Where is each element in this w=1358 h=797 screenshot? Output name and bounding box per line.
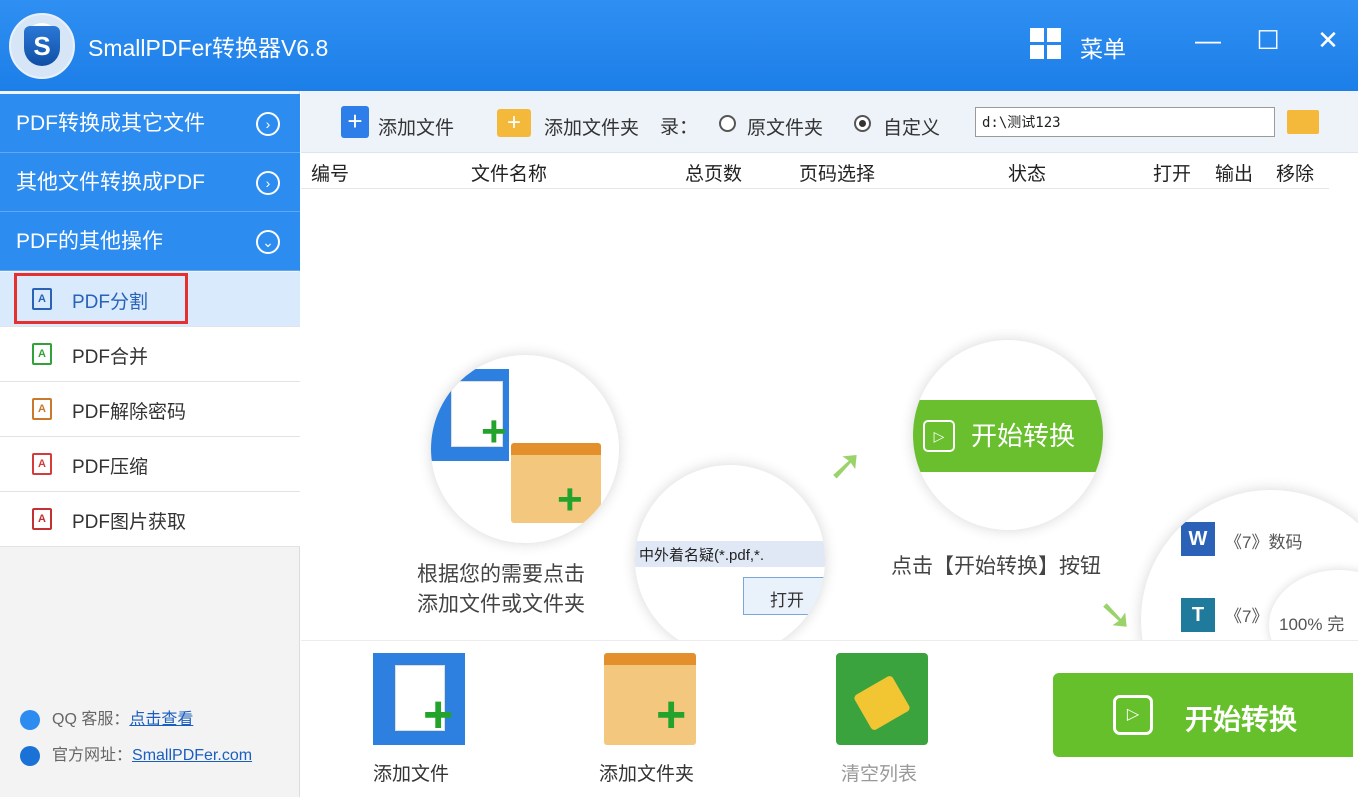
add-folder-large-icon[interactable]: + (604, 653, 696, 745)
chevron-down-icon: ⌄ (256, 230, 280, 254)
start-convert-button[interactable]: ▷ 开始转换 (1053, 673, 1353, 757)
qq-support-link[interactable]: 点击查看 (129, 711, 193, 728)
column-header-remove: 移除 (1276, 164, 1315, 185)
sidebar-item-label: PDF合并 (72, 347, 149, 368)
title-bar: S SmallPDFer转换器V6.8 菜单 — ☐ ✕ (0, 0, 1358, 91)
folder-icon (511, 443, 601, 523)
bottom-action-bar: + 添加文件 + 添加文件夹 清空列表 ▷ 开始转换 (301, 640, 1358, 797)
sidebar-item-pdf-merge[interactable]: A PDF合并 (0, 327, 300, 382)
add-file-large-icon[interactable]: + (373, 653, 465, 745)
pdf-file-icon: A (32, 343, 52, 365)
highlight-annotation (14, 273, 188, 324)
sidebar-category-pdf-to-other[interactable]: PDF转换成其它文件 › (0, 94, 300, 153)
sidebar-category-other-to-pdf[interactable]: 其他文件转换成PDF › (0, 153, 300, 212)
ie-browser-icon (20, 745, 40, 766)
empty-list-guide: + + 中外着名疑(*.pdf,*. 打开 ▷ 开始转换 W 《7》数码 T 《… (301, 190, 1358, 640)
maximize-button[interactable]: ☐ (1248, 20, 1288, 60)
plus-icon: + (557, 475, 583, 524)
dialog-file-row: 中外着名疑(*.pdf,*. (635, 541, 825, 567)
result-file-2: 《7》 (1225, 607, 1269, 626)
menu-button[interactable]: 菜单 (1080, 30, 1126, 64)
radio-original-folder[interactable] (719, 115, 736, 132)
guide-step1-line1: 根据您的需要点击 (417, 563, 585, 586)
sidebar-item-label: PDF压缩 (72, 457, 149, 478)
guide-start-pill: ▷ 开始转换 (913, 400, 1103, 472)
guide-result-circle: W 《7》数码 T 《7》 100% 完 (1141, 490, 1358, 640)
progress-complete: 100% 完 (1269, 570, 1358, 640)
pdf-file-icon: A (32, 398, 52, 420)
minimize-button[interactable]: — (1188, 20, 1228, 60)
sidebar-item-pdf-compress[interactable]: A PDF压缩 (0, 437, 300, 492)
sidebar-category-label: PDF的其他操作 (16, 230, 163, 253)
play-icon: ▷ (1113, 695, 1153, 735)
plus-icon: + (423, 686, 454, 744)
pdf-file-icon: A (32, 453, 52, 475)
file-table-header: 编号 文件名称 总页数 页码选择 状态 打开 输出 移除 (301, 153, 1329, 189)
radio-custom-folder-label[interactable]: 自定义 (883, 113, 940, 140)
dialog-open-button: 打开 (743, 577, 825, 615)
qq-support: QQ 客服：点击查看 (20, 705, 193, 730)
app-title: SmallPDFer转换器V6.8 (88, 35, 329, 61)
add-file-label[interactable]: 添加文件 (373, 759, 449, 786)
qq-support-label: QQ 客服： (52, 711, 130, 728)
grid-menu-icon[interactable] (1030, 28, 1062, 60)
sidebar-item-pdf-unlock[interactable]: A PDF解除密码 (0, 382, 300, 437)
add-file-button[interactable]: 添加文件 (378, 113, 454, 140)
column-header-number: 编号 (311, 164, 350, 185)
radio-original-folder-label[interactable]: 原文件夹 (747, 113, 823, 140)
column-header-status: 状态 (1008, 164, 1047, 185)
dialog-file-filter: (*.pdf,*. (714, 547, 765, 564)
play-icon: ▷ (923, 420, 955, 452)
chevron-right-icon: › (256, 112, 280, 136)
broom-icon[interactable] (836, 653, 928, 745)
plus-icon: + (656, 686, 687, 744)
sidebar: PDF转换成其它文件 › 其他文件转换成PDF › PDF的其他操作 ⌄ A P… (0, 91, 300, 797)
column-header-page-select: 页码选择 (799, 164, 876, 185)
sidebar-category-label: PDF转换成其它文件 (16, 112, 205, 135)
sidebar-item-label: PDF解除密码 (72, 402, 187, 423)
sidebar-item-label: PDF图片获取 (72, 512, 187, 533)
sidebar-item-pdf-image-extract[interactable]: A PDF图片获取 (0, 492, 300, 547)
add-folder-button[interactable]: 添加文件夹 (544, 113, 639, 140)
column-header-filename: 文件名称 (471, 164, 548, 185)
guide-file-dialog-circle: 中外着名疑(*.pdf,*. 打开 (635, 465, 825, 640)
add-folder-icon[interactable]: + (497, 109, 531, 137)
output-path-input[interactable]: d:\测试123 (975, 107, 1275, 137)
official-site: 官方网址：SmallPDFer.com (20, 741, 252, 766)
column-header-output: 输出 (1215, 164, 1254, 185)
clear-list-label[interactable]: 清空列表 (841, 759, 917, 786)
arrow-icon: ➚ (828, 441, 864, 488)
result-file-1: 《7》数码 (1225, 533, 1303, 552)
toolbar: + 添加文件 + 添加文件夹 录： 原文件夹 自定义 d:\测试123 (301, 91, 1358, 153)
guide-step2-text: 点击【开始转换】按钮 (891, 555, 1101, 578)
guide-step-add-circle: + + (431, 355, 619, 543)
official-site-link[interactable]: SmallPDFer.com (132, 747, 252, 764)
output-dir-label: 录： (660, 117, 699, 138)
broom-graphic (852, 674, 912, 732)
dialog-file-name: 中外着名疑 (639, 547, 715, 564)
official-site-label: 官方网址： (52, 747, 133, 764)
add-folder-label[interactable]: 添加文件夹 (599, 759, 694, 786)
radio-custom-folder[interactable] (854, 115, 871, 132)
qq-icon (20, 709, 40, 730)
arrow-icon: ➘ (1098, 591, 1134, 638)
plus-icon: + (481, 407, 507, 456)
close-button[interactable]: ✕ (1308, 20, 1348, 60)
chevron-right-icon: › (256, 171, 280, 195)
sidebar-category-label: 其他文件转换成PDF (16, 171, 205, 194)
column-header-open: 打开 (1153, 164, 1192, 185)
start-convert-label: 开始转换 (1185, 704, 1298, 735)
app-logo-icon: S (9, 13, 75, 79)
column-header-total-pages: 总页数 (685, 164, 743, 185)
guide-step-start-circle: ▷ 开始转换 (913, 340, 1103, 530)
pdf-file-icon: A (32, 508, 52, 530)
guide-step1-line2: 添加文件或文件夹 (417, 593, 585, 616)
sidebar-category-pdf-other-ops[interactable]: PDF的其他操作 ⌄ (0, 212, 300, 271)
word-icon: W (1181, 522, 1215, 556)
guide-step1-text: 根据您的需要点击 添加文件或文件夹 (417, 560, 627, 620)
browse-folder-icon[interactable] (1287, 110, 1319, 134)
guide-start-pill-label: 开始转换 (971, 421, 1076, 451)
add-file-icon[interactable]: + (341, 106, 369, 138)
text-file-icon: T (1181, 598, 1215, 632)
